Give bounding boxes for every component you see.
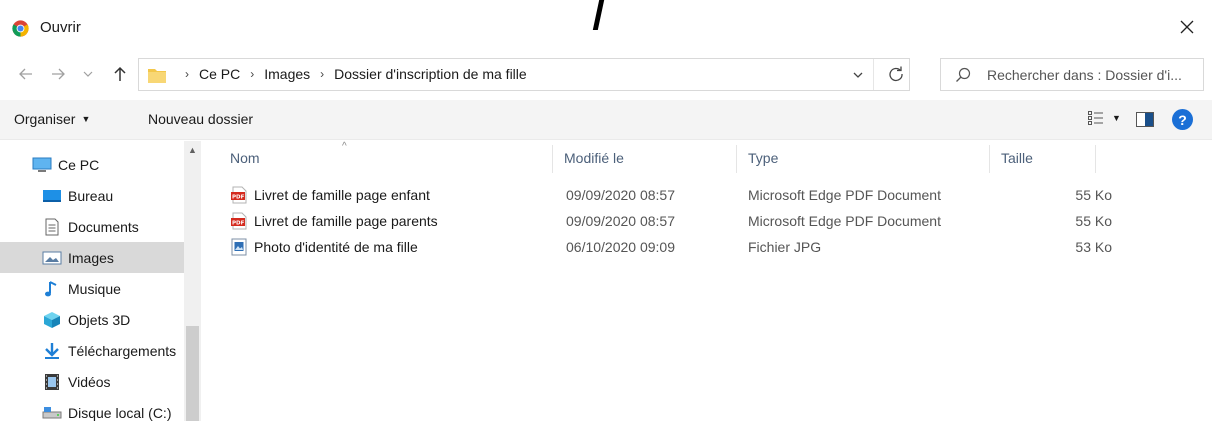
column-header-modified[interactable]: Modifié le <box>564 141 624 175</box>
chevron-right-icon: › <box>320 67 325 81</box>
column-divider[interactable] <box>736 145 737 173</box>
file-modified: 09/09/2020 08:57 <box>566 187 675 203</box>
desktop-icon <box>42 187 62 205</box>
command-toolbar: Organiser ▼ Nouveau dossier ▼ ? <box>0 100 1212 140</box>
file-name: Livret de famille page parents <box>254 213 438 229</box>
organize-label: Organiser <box>14 111 76 127</box>
chevron-right-icon: › <box>250 67 255 81</box>
sidebar-item-videos[interactable]: Vidéos <box>0 366 184 397</box>
file-name: Livret de famille page enfant <box>254 187 430 203</box>
search-icon <box>956 67 971 82</box>
chrome-icon <box>12 20 29 37</box>
window-title: Ouvrir <box>40 19 81 36</box>
new-folder-button[interactable]: Nouveau dossier <box>148 111 253 127</box>
title-bar: Ouvrir <box>0 0 1212 52</box>
pc-icon <box>32 156 52 174</box>
pdf-icon: PDF <box>231 212 247 230</box>
column-divider[interactable] <box>552 145 553 173</box>
address-bar[interactable]: › Ce PC › Images › Dossier d'inscription… <box>138 58 910 91</box>
file-name: Photo d'identité de ma fille <box>254 239 418 255</box>
documents-icon <box>42 218 62 236</box>
column-header-size[interactable]: Taille <box>1001 141 1033 175</box>
forward-button[interactable] <box>46 62 70 86</box>
organize-button[interactable]: Organiser ▼ <box>14 111 90 127</box>
file-type: Microsoft Edge PDF Document <box>748 213 941 229</box>
search-input[interactable] <box>987 60 1199 89</box>
file-row[interactable]: Photo d'identité de ma fille 06/10/2020 … <box>226 236 1114 258</box>
sidebar-scrollbar[interactable]: ▲ <box>184 141 201 421</box>
sidebar-item-local-disk[interactable]: Disque local (C:) <box>0 397 184 421</box>
downloads-icon <box>42 342 62 360</box>
help-icon[interactable]: ? <box>1172 109 1193 130</box>
back-button[interactable] <box>14 62 38 86</box>
sidebar-item-music[interactable]: Musique <box>0 273 184 304</box>
search-box[interactable] <box>940 58 1204 91</box>
chevron-down-icon <box>83 71 93 77</box>
text-cursor-mark <box>592 0 605 30</box>
images-icon <box>42 249 62 267</box>
sidebar-item-this-pc[interactable]: Ce PC <box>0 149 184 180</box>
sidebar-item-desktop[interactable]: Bureau <box>0 180 184 211</box>
navigation-pane: Ce PC Bureau Documents Images Musique Ob… <box>0 141 202 421</box>
arrow-left-icon <box>19 68 32 80</box>
arrow-up-icon <box>114 66 126 81</box>
music-icon <box>42 280 62 298</box>
refresh-icon[interactable] <box>887 65 905 83</box>
address-divider <box>873 59 874 90</box>
scroll-up-icon[interactable]: ▲ <box>188 145 197 155</box>
file-row[interactable]: PDF Livret de famille page enfant 09/09/… <box>226 184 1114 206</box>
column-header-type[interactable]: Type <box>748 141 778 175</box>
breadcrumb-this-pc[interactable]: Ce PC <box>199 66 240 82</box>
details-view-icon <box>1088 111 1103 125</box>
file-size: 53 Ko <box>1075 239 1112 255</box>
breadcrumb: › Ce PC › Images › Dossier d'inscription… <box>175 66 527 82</box>
file-size: 55 Ko <box>1075 213 1112 229</box>
close-button[interactable] <box>1172 12 1202 42</box>
videos-icon <box>42 373 62 391</box>
column-header-name[interactable]: Nom <box>230 141 260 175</box>
pdf-icon: PDF <box>231 186 247 204</box>
sidebar-item-images[interactable]: Images <box>0 242 184 273</box>
file-list: ^ Nom Modifié le Type Taille PDF Livret … <box>202 141 1212 421</box>
folder-icon <box>148 69 166 83</box>
file-size: 55 Ko <box>1075 187 1112 203</box>
up-button[interactable] <box>108 62 132 86</box>
navigation-bar: › Ce PC › Images › Dossier d'inscription… <box>0 56 1212 92</box>
sidebar-item-downloads[interactable]: Téléchargements <box>0 335 184 366</box>
file-type: Microsoft Edge PDF Document <box>748 187 941 203</box>
file-modified: 09/09/2020 08:57 <box>566 213 675 229</box>
column-divider[interactable] <box>989 145 990 173</box>
svg-text:PDF: PDF <box>232 195 245 201</box>
close-icon <box>1180 20 1194 34</box>
image-file-icon <box>231 238 247 256</box>
change-view-button[interactable]: ▼ <box>1088 111 1121 125</box>
preview-pane-button[interactable] <box>1136 112 1154 130</box>
caret-down-icon: ▼ <box>81 114 91 124</box>
breadcrumb-images[interactable]: Images <box>264 66 310 82</box>
address-dropdown-icon[interactable] <box>851 68 865 82</box>
file-modified: 06/10/2020 09:09 <box>566 239 675 255</box>
caret-down-icon: ▼ <box>1112 113 1121 123</box>
file-type: Fichier JPG <box>748 239 822 255</box>
objects-3d-icon <box>42 311 62 329</box>
arrow-right-icon <box>52 68 65 80</box>
sidebar-item-documents[interactable]: Documents <box>0 211 184 242</box>
preview-pane-icon <box>1136 112 1154 127</box>
scrollbar-thumb[interactable] <box>186 326 199 421</box>
breadcrumb-current-folder[interactable]: Dossier d'inscription de ma fille <box>334 66 527 82</box>
column-divider[interactable] <box>1095 145 1096 173</box>
recent-locations-button[interactable] <box>80 62 96 86</box>
svg-text:PDF: PDF <box>232 221 245 227</box>
drive-icon <box>42 404 62 421</box>
chevron-right-icon: › <box>185 67 189 81</box>
sort-ascending-icon: ^ <box>342 141 347 152</box>
file-row[interactable]: PDF Livret de famille page parents 09/09… <box>226 210 1114 232</box>
sidebar-item-3d-objects[interactable]: Objets 3D <box>0 304 184 335</box>
